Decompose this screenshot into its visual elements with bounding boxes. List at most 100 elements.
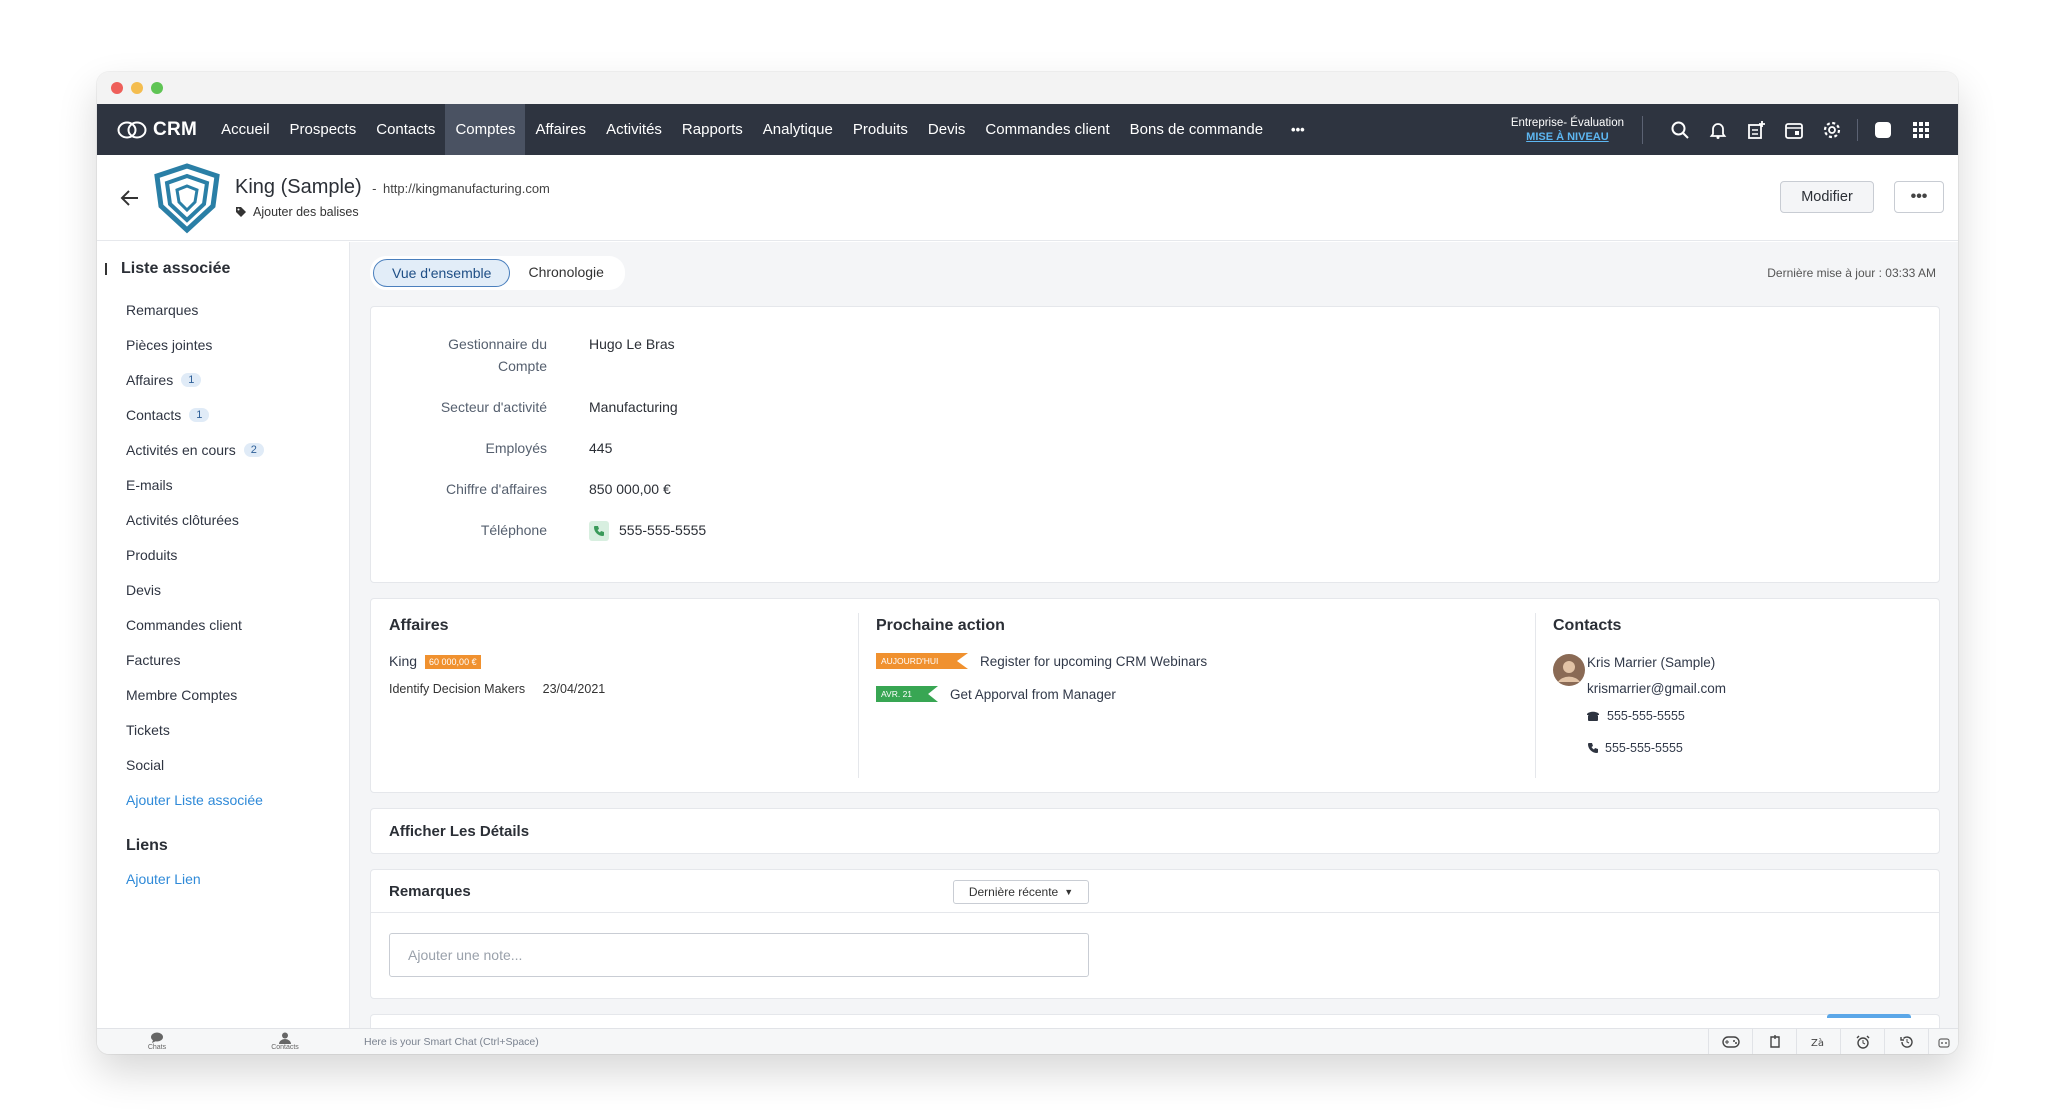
- account-logo-shield: [154, 162, 220, 233]
- sidebar-item-produits[interactable]: Produits: [97, 537, 349, 572]
- top-navbar: CRM Accueil Prospects Contacts Comptes Affai…: [97, 104, 1958, 155]
- sidebar-item-activit-s-en-cours[interactable]: Activités en cours 2: [97, 432, 349, 467]
- deal-name[interactable]: King: [389, 653, 417, 669]
- nav-tab-activit-s[interactable]: Activités: [596, 104, 672, 155]
- nav-tab-bons-de-commande[interactable]: Bons de commande: [1120, 104, 1273, 155]
- main-nav-tabs: Accueil Prospects Contacts Comptes Affaires A…: [211, 104, 1273, 155]
- phone-icon[interactable]: [589, 521, 609, 542]
- calendar-icon[interactable]: [1783, 119, 1805, 141]
- sidebar-item-activit-s-cl-tur-es[interactable]: Activités clôturées: [97, 502, 349, 537]
- contacts-label: Contacts: [271, 1043, 299, 1051]
- contact-avatar[interactable]: [1553, 654, 1585, 686]
- sidebar-item-tickets[interactable]: Tickets: [97, 712, 349, 747]
- record-separator: -: [372, 181, 377, 196]
- count-badge: 1: [181, 372, 202, 387]
- sidebar-item-contacts[interactable]: Contacts 1: [97, 397, 349, 432]
- nav-tab-comptes[interactable]: Comptes: [445, 104, 526, 155]
- phone-number[interactable]: 555-555-5555: [619, 522, 706, 538]
- chats-button[interactable]: Chats: [97, 1032, 217, 1052]
- sidebar-item-social[interactable]: Social: [97, 747, 349, 782]
- sidebar-item-label: Factures: [126, 651, 181, 668]
- apps-grid-icon[interactable]: [1910, 119, 1932, 141]
- translate-icon[interactable]: Zà: [1796, 1029, 1840, 1054]
- desk-phone-icon: [1587, 711, 1599, 721]
- record-url[interactable]: http://kingmanufacturing.com: [383, 181, 550, 196]
- nav-tab-accueil[interactable]: Accueil: [211, 104, 279, 155]
- sidebar-item-remarques[interactable]: Remarques: [97, 292, 349, 327]
- action-text-apr21[interactable]: Get Apporval from Manager: [950, 687, 1116, 702]
- action-text-today[interactable]: Register for upcoming CRM Webinars: [980, 654, 1207, 669]
- nav-tab-devis[interactable]: Devis: [918, 104, 976, 155]
- profile-avatar-icon[interactable]: [1872, 119, 1894, 141]
- sidebar-item-label: Social: [126, 756, 165, 773]
- field-value-account-owner[interactable]: Hugo Le Bras: [589, 333, 675, 377]
- record-name: King (Sample): [235, 176, 362, 198]
- field-value-phone[interactable]: 555-555-5555: [589, 519, 706, 542]
- sidebar-item-membre-comptes[interactable]: Membre Comptes: [97, 677, 349, 712]
- notes-title: Remarques: [389, 883, 471, 900]
- nav-tab-rapports[interactable]: Rapports: [672, 104, 753, 155]
- nav-tab-contacts[interactable]: Contacts: [366, 104, 445, 155]
- history-icon[interactable]: [1884, 1029, 1928, 1054]
- field-value-revenue[interactable]: 850 000,00 €: [589, 478, 671, 500]
- tab-timeline[interactable]: Chronologie: [510, 259, 622, 287]
- related-list-header[interactable]: Liste associée: [97, 260, 349, 278]
- brand-name: CRM: [153, 118, 198, 140]
- action-item-apr21[interactable]: AVR. 21 Get Apporval from Manager: [876, 686, 1116, 702]
- add-related-list-link[interactable]: Ajouter Liste associée: [97, 782, 349, 817]
- field-value-employees[interactable]: 445: [589, 437, 612, 459]
- sidebar-item-devis[interactable]: Devis: [97, 572, 349, 607]
- add-record-icon[interactable]: [1745, 119, 1767, 141]
- close-window-button[interactable]: [111, 82, 123, 94]
- upgrade-link[interactable]: MISE À NIVEAU: [1511, 130, 1624, 144]
- nav-tab-commandes-client[interactable]: Commandes client: [975, 104, 1119, 155]
- minimize-window-button[interactable]: [131, 82, 143, 94]
- sidebar-item-affaires[interactable]: Affaires 1: [97, 362, 349, 397]
- field-label-account-owner: Gestionnaire du Compte: [448, 336, 547, 374]
- deal-amount-tag: 60 000,00 €: [425, 655, 481, 670]
- contacts-title: Contacts: [1553, 617, 1622, 634]
- note-pad-icon[interactable]: [1752, 1029, 1796, 1054]
- nav-right-tools: Entreprise- Évaluation MISE À NIVEAU: [1511, 104, 1958, 155]
- crm-logo[interactable]: CRM: [97, 119, 211, 141]
- tab-overview[interactable]: Vue d'ensemble: [373, 259, 511, 287]
- field-label-industry: Secteur d'activité: [440, 399, 547, 415]
- back-arrow-icon[interactable]: [119, 187, 141, 209]
- nav-tab-prospects[interactable]: Prospects: [280, 104, 367, 155]
- sidebar-item-e-mails[interactable]: E-mails: [97, 467, 349, 502]
- action-item-today[interactable]: AUJOURD'HUI Register for upcoming CRM We…: [876, 653, 1207, 669]
- alarm-clock-icon[interactable]: [1840, 1029, 1884, 1054]
- collapse-sidebar-icon[interactable]: [105, 263, 107, 275]
- nav-tab-analytique[interactable]: Analytique: [753, 104, 843, 155]
- contact-email[interactable]: krismarrier@gmail.com: [1587, 681, 1726, 696]
- sidebar-item-factures[interactable]: Factures: [97, 642, 349, 677]
- add-link-link[interactable]: Ajouter Lien: [97, 861, 349, 896]
- maximize-window-button[interactable]: [151, 82, 163, 94]
- field-value-industry[interactable]: Manufacturing: [589, 396, 678, 418]
- search-icon[interactable]: [1669, 119, 1691, 141]
- sidebar-item-commandes-client[interactable]: Commandes client: [97, 607, 349, 642]
- add-note-input[interactable]: Ajouter une note...: [389, 933, 1089, 977]
- nav-more-button[interactable]: •••: [1273, 104, 1323, 155]
- game-controller-icon[interactable]: [1708, 1029, 1752, 1054]
- bell-icon[interactable]: [1707, 119, 1729, 141]
- edit-button[interactable]: Modifier: [1780, 181, 1874, 213]
- add-tags-link[interactable]: Ajouter des balises: [235, 205, 550, 219]
- sidebar-item-pi-ces-jointes[interactable]: Pièces jointes: [97, 327, 349, 362]
- bot-icon[interactable]: [1928, 1029, 1958, 1054]
- nav-tab-affaires[interactable]: Affaires: [525, 104, 596, 155]
- last-updated-text: Dernière mise à jour : 03:33 AM: [1767, 266, 1936, 280]
- sidebar-item-label: Pièces jointes: [126, 336, 213, 353]
- smart-chat-input[interactable]: Here is your Smart Chat (Ctrl+Space): [353, 1036, 539, 1048]
- show-details-title[interactable]: Afficher Les Détails: [389, 823, 529, 840]
- notes-sort-dropdown[interactable]: Dernière récente ▼: [953, 880, 1089, 904]
- nav-tab-produits[interactable]: Produits: [843, 104, 918, 155]
- contact-phone[interactable]: 555-555-5555: [1607, 709, 1685, 723]
- settings-gear-icon[interactable]: [1821, 119, 1843, 141]
- person-icon: [279, 1032, 291, 1044]
- record-more-button[interactable]: •••: [1894, 181, 1944, 213]
- contacts-button[interactable]: Contacts: [217, 1032, 353, 1052]
- contact-mobile[interactable]: 555-555-5555: [1605, 741, 1683, 755]
- contact-name[interactable]: Kris Marrier (Sample): [1587, 655, 1715, 670]
- details-card[interactable]: Afficher Les Détails: [370, 808, 1940, 854]
